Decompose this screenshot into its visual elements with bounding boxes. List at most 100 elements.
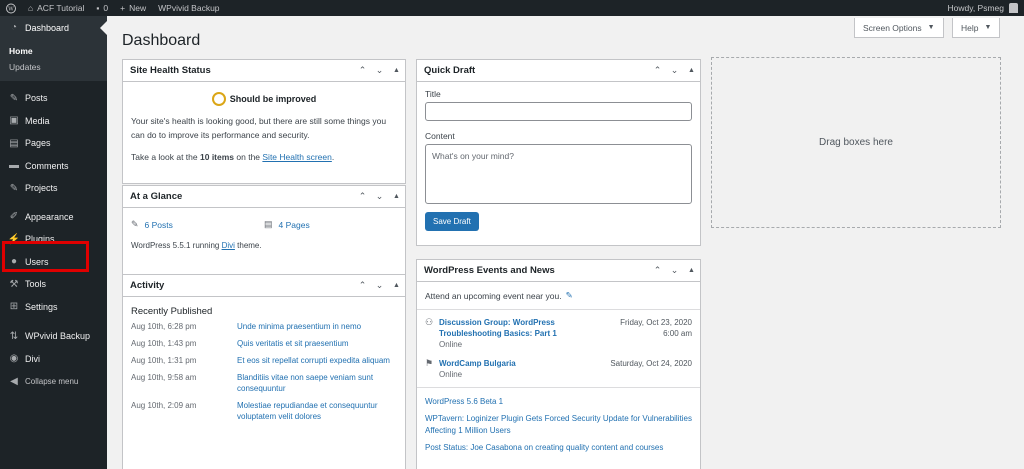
caret-down-icon: ▼ <box>984 24 992 31</box>
sidebar-item-media[interactable]: ▣ Media <box>0 110 107 133</box>
activity-post-link[interactable]: Et eos sit repellat corrupti expedita al… <box>237 355 390 366</box>
site-health-link[interactable]: Site Health screen <box>262 152 331 162</box>
sidebar-item-dashboard[interactable]: ◔ Dashboard <box>0 16 107 39</box>
edit-location-icon[interactable]: ✎ <box>566 290 573 301</box>
event-date: Saturday, Oct 24, 2020 <box>610 359 692 368</box>
attend-event-text: Attend an upcoming event near you. <box>425 290 562 301</box>
activity-post-link[interactable]: Molestiae repudiandae et consequuntur vo… <box>237 400 397 422</box>
page-icon: ▤ <box>9 137 19 149</box>
wordcamp-icon: ⚑ <box>425 358 434 368</box>
sidebar-item-settings[interactable]: ⊞ Settings <box>0 296 107 319</box>
widget-header: WordPress Events and News ⌃ ⌄ ▲ <box>417 260 700 282</box>
news-link[interactable]: Post Status: Joe Casabona on creating qu… <box>417 442 700 454</box>
move-down-icon[interactable]: ⌄ <box>371 191 388 202</box>
sidebar-item-comments[interactable]: ▬ Comments <box>0 155 107 178</box>
widget-header: At a Glance ⌃ ⌄ ▲ <box>123 186 405 208</box>
move-down-icon[interactable]: ⌄ <box>666 65 683 76</box>
plugins-highlight-box <box>2 241 89 272</box>
toggle-panel-icon[interactable]: ▲ <box>388 193 405 200</box>
page-icon: ▤ <box>264 219 273 229</box>
health-items-line: Take a look at the 10 items on the Site … <box>123 142 405 164</box>
event-type: Online <box>439 340 463 349</box>
toggle-panel-icon[interactable]: ▲ <box>683 67 700 74</box>
move-down-icon[interactable]: ⌄ <box>371 280 388 291</box>
activity-post-link[interactable]: Quis veritatis et sit praesentium <box>237 338 349 349</box>
site-name-label: ACF Tutorial <box>37 3 85 13</box>
event-title-link[interactable]: Discussion Group: WordPress Troubleshoot… <box>439 317 589 339</box>
move-up-icon[interactable]: ⌃ <box>354 191 371 202</box>
sidebar-item-pages[interactable]: ▤ Pages <box>0 132 107 155</box>
sidebar-item-label: Dashboard <box>25 22 70 33</box>
dashboard-icon: ◔ <box>10 22 18 33</box>
version-info: WordPress 5.5.1 running Divi theme. <box>123 230 405 250</box>
plus-icon: + <box>120 3 126 13</box>
wordpress-logo-icon[interactable]: W <box>0 0 22 16</box>
sidebar-item-appearance[interactable]: ✐ Appearance <box>0 206 107 229</box>
activity-post-link[interactable]: Blanditiis vitae non saepe veniam sunt c… <box>237 372 397 394</box>
main-content: Dashboard Screen Options ▼ Help ▼ Site Hea… <box>107 16 1024 469</box>
sidebar-item-divi[interactable]: ◉ Divi <box>0 348 107 371</box>
event-date-block: Friday, Oct 23, 2020 6:00 am <box>620 317 692 349</box>
my-account-link[interactable]: Howdy, Psmeg <box>941 0 1024 16</box>
toggle-panel-icon[interactable]: ▲ <box>683 267 700 274</box>
svg-text:W: W <box>8 6 14 12</box>
news-link[interactable]: WordPress 5.6 Beta 1 <box>417 396 700 408</box>
move-up-icon[interactable]: ⌃ <box>354 280 371 291</box>
move-up-icon[interactable]: ⌃ <box>649 65 666 76</box>
move-down-icon[interactable]: ⌄ <box>371 65 388 76</box>
health-items-suffix: . <box>331 152 335 162</box>
pages-count-link[interactable]: 4 Pages <box>279 220 310 230</box>
activity-post-link[interactable]: Unde minima praesentium in nemo <box>237 321 361 332</box>
wpvivid-adminbar-link[interactable]: WPvivid Backup <box>152 0 225 16</box>
site-name-link[interactable]: ⌂ ACF Tutorial <box>22 0 90 16</box>
sidebar-item-wpvivid-backup[interactable]: ⇅ WPvivid Backup <box>0 325 107 348</box>
collapse-icon: ◀ <box>10 375 18 387</box>
sidebar-item-label: Posts <box>25 93 48 104</box>
sidebar-item-posts[interactable]: ✎ Posts <box>0 87 107 110</box>
save-draft-button[interactable]: Save Draft <box>425 212 479 231</box>
theme-link[interactable]: Divi <box>222 241 235 250</box>
submenu-item-home[interactable]: Home <box>0 43 107 59</box>
drag-boxes-dropzone[interactable]: Drag boxes here <box>711 57 1001 228</box>
posts-count-link[interactable]: 6 Posts <box>145 220 173 230</box>
backup-icon: ⇅ <box>9 330 19 342</box>
attend-event-line: Attend an upcoming event near you. ✎ <box>417 282 700 301</box>
new-label: New <box>129 3 147 13</box>
sidebar-item-projects[interactable]: ✎ Projects <box>0 177 107 200</box>
draft-content-textarea[interactable]: What's on your mind? <box>425 144 692 204</box>
sidebar-item-label: Settings <box>25 301 58 312</box>
sidebar-item-label: Divi <box>25 353 40 364</box>
event-date-block: Saturday, Oct 24, 2020 <box>610 358 692 379</box>
new-content-link[interactable]: + New <box>114 0 152 16</box>
sidebar-item-tools[interactable]: ⚒ Tools <box>0 273 107 296</box>
toggle-panel-icon[interactable]: ▲ <box>388 67 405 74</box>
move-up-icon[interactable]: ⌃ <box>354 65 371 76</box>
toggle-panel-icon[interactable]: ▲ <box>388 282 405 289</box>
health-progress-icon <box>211 92 226 106</box>
widget-title: Site Health Status <box>130 65 211 76</box>
media-icon: ▣ <box>9 115 19 127</box>
submenu-item-updates[interactable]: Updates <box>0 59 107 75</box>
sidebar-item-label: Appearance <box>25 211 74 222</box>
event-item: ⚑ WordCamp Bulgaria Online Saturday, Oct… <box>417 349 700 379</box>
list-item: Aug 10th, 9:58 am Blanditiis vitae non sa… <box>123 372 405 394</box>
health-items-prefix: Take a look at the <box>131 152 200 162</box>
dropzone-label: Drag boxes here <box>819 137 893 148</box>
event-title-link[interactable]: WordCamp Bulgaria <box>439 358 589 369</box>
sidebar-item-label: Pages <box>25 138 51 149</box>
activity-widget: Activity ⌃ ⌄ ▲ Recently Published Aug 10… <box>122 274 406 469</box>
collapse-menu-button[interactable]: ◀ Collapse menu <box>0 370 107 393</box>
help-label: Help <box>961 22 979 33</box>
health-description: Your site's health is looking good, but … <box>131 116 387 140</box>
screen-options-button[interactable]: Screen Options ▼ <box>854 18 944 38</box>
news-link[interactable]: WPTavern: Loginizer Plugin Gets Forced S… <box>417 413 700 437</box>
draft-title-input[interactable] <box>425 102 692 121</box>
help-button[interactable]: Help ▼ <box>952 18 1001 38</box>
pin-icon: ✎ <box>9 182 19 194</box>
comments-link[interactable]: ▪ 0 <box>90 0 114 16</box>
move-down-icon[interactable]: ⌄ <box>666 265 683 276</box>
activity-date: Aug 10th, 6:28 pm <box>131 322 197 331</box>
move-up-icon[interactable]: ⌃ <box>649 265 666 276</box>
comment-icon: ▪ <box>96 3 100 13</box>
screen-options-label: Screen Options <box>863 22 922 33</box>
